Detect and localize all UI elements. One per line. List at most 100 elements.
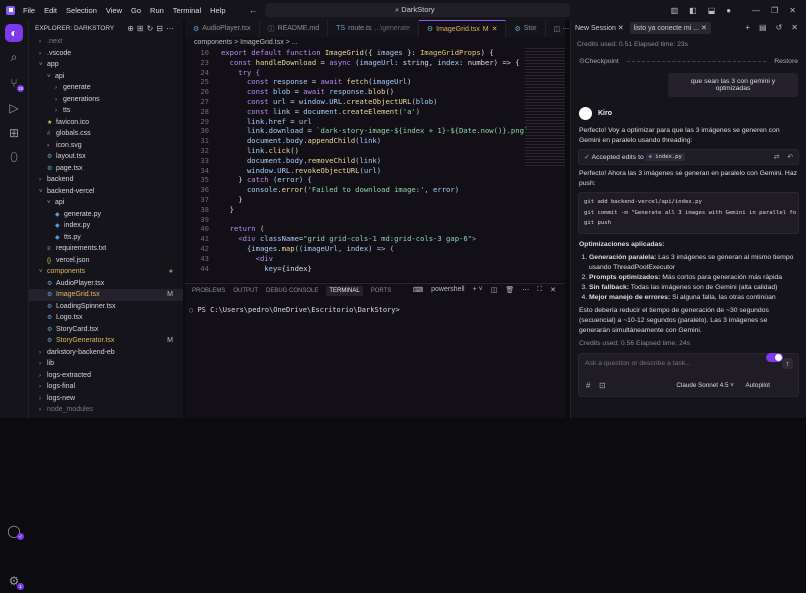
file-item[interactable]: {} vercel.json (29, 255, 183, 267)
file-item[interactable]: ◆ tts.py (29, 232, 183, 244)
code-token: revokeObjectURL (294, 165, 360, 175)
panel-tab-terminal[interactable]: TERMINAL (326, 286, 363, 296)
panel-tab-ports[interactable]: PORTS (371, 288, 392, 294)
chat-input[interactable] (579, 353, 769, 373)
editor-tab[interactable]: TS route.ts ...\generate (328, 20, 419, 37)
history-list-icon[interactable]: ▤ (759, 23, 767, 32)
file-item[interactable]: ⚙ StoryGenerator.tsx M (29, 335, 183, 347)
file-item[interactable]: ⚙ StoryCard.tsx (29, 324, 183, 336)
trash-icon[interactable]: 🗑 (505, 286, 514, 294)
menu-view[interactable]: View (106, 6, 122, 15)
layout-icon[interactable]: ▥ (671, 6, 679, 15)
file-item[interactable]: ⚙ ImageGrid.tsx M (29, 289, 183, 301)
editor-tab[interactable]: ⚙ ImageGrid.tsx M ✕ (418, 20, 507, 37)
folder-item[interactable]: › node_modules (29, 404, 183, 416)
maximize-panel-icon[interactable]: ⛶ (537, 286, 542, 294)
folder-item[interactable]: › tts (29, 105, 183, 117)
explorer-actions[interactable]: ⊕⊞↻⊟⋯ (127, 24, 177, 33)
history-icon[interactable]: ↺ (776, 23, 783, 32)
search-icon[interactable]: ⌕ (0, 45, 28, 70)
file-item[interactable]: ◆ generate.py (29, 209, 183, 221)
maximize-button[interactable]: ❐ (771, 6, 778, 15)
close-tab-icon[interactable]: ✕ (492, 25, 498, 33)
file-item[interactable]: ⚙ layout.tsx (29, 151, 183, 163)
file-item[interactable]: ⚙ LoadingSpinner.tsx (29, 301, 183, 313)
menu-run[interactable]: Run (150, 6, 164, 15)
close-window-button[interactable]: ✕ (789, 6, 796, 15)
folder-item[interactable]: › logs-new (29, 393, 183, 405)
menu-go[interactable]: Go (131, 6, 141, 15)
more-icon[interactable]: ⋯ (522, 286, 529, 294)
folder-item[interactable]: › .vscode (29, 48, 183, 60)
folder-item[interactable]: › lib (29, 358, 183, 370)
shell-name[interactable]: powershell (431, 286, 464, 294)
menu-edit[interactable]: Edit (44, 6, 57, 15)
file-item[interactable]: ▪ icon.svg (29, 140, 183, 152)
breadcrumb-item[interactable]: ImageGrid.tsx (240, 39, 284, 46)
file-item[interactable]: ★ favicon.ico (29, 117, 183, 129)
folder-item[interactable]: › logs-extracted (29, 370, 183, 382)
folder-item[interactable]: ˅ api (29, 197, 183, 209)
new-terminal-icon[interactable]: + ˅ (473, 286, 483, 294)
breadcrumb-item[interactable]: components (194, 39, 232, 46)
hash-context-icon[interactable]: # (586, 381, 590, 390)
file-item[interactable]: ◆ index.py (29, 220, 183, 232)
editor-tab[interactable]: ⓘ README.md (260, 20, 329, 37)
file-item[interactable]: ⚙ AudioPlayer.tsx (29, 278, 183, 290)
command-center-search[interactable]: ⌕ DarkStory (265, 3, 570, 17)
account-icon[interactable]: ◯ ✓ (0, 518, 28, 543)
folder-item[interactable]: ˅ api (29, 71, 183, 83)
file-item[interactable]: # globals.css (29, 128, 183, 140)
file-item[interactable]: ⚙ page.tsx (29, 163, 183, 175)
chat-tab-new-session[interactable]: New Session ✕ (575, 24, 624, 32)
split-terminal-icon[interactable]: ◫ (491, 286, 498, 294)
editor-tab[interactable]: ⚙ AudioPlayer.tsx (185, 20, 260, 37)
undo-icon[interactable]: ↶ (787, 153, 793, 161)
folder-item[interactable]: › darkstory-backend-eb (29, 347, 183, 359)
folder-item[interactable]: › generate (29, 82, 183, 94)
folder-item[interactable]: › generations (29, 94, 183, 106)
file-item[interactable]: ⚙ Logo.tsx (29, 312, 183, 324)
folder-item[interactable]: ˅ backend-vercel (29, 186, 183, 198)
restore-button[interactable]: Restore (774, 58, 798, 65)
breadcrumb-item[interactable]: ... (292, 39, 298, 46)
model-selector[interactable]: Claude Sonnet 4.5 ˅ (676, 382, 734, 389)
minimize-button[interactable]: — (752, 6, 760, 15)
folder-item[interactable]: › .next (29, 36, 183, 48)
folder-item[interactable]: ˅ app (29, 59, 183, 71)
source-control-icon[interactable]: ⑂ 19 (0, 70, 28, 95)
menu-terminal[interactable]: Terminal (173, 6, 201, 15)
terminal[interactable]: ○ PS C:\Users\pedro\OneDrive\Escritorio\… (185, 298, 565, 314)
add-session-icon[interactable]: + (745, 23, 750, 32)
kiro-icon[interactable]: ◐ (0, 20, 28, 45)
folder-item[interactable]: › logs-final (29, 381, 183, 393)
file-item[interactable]: ≡ requirements.txt (29, 243, 183, 255)
menu-selection[interactable]: Selection (66, 6, 97, 15)
close-chat-icon[interactable]: ✕ (791, 23, 798, 32)
menu-file[interactable]: File (23, 6, 35, 15)
extensions-icon[interactable]: ⊞ (0, 120, 28, 145)
autopilot-toggle[interactable] (766, 353, 784, 363)
image-attach-icon[interactable]: ⊡ (599, 381, 606, 390)
folder-item[interactable]: › backend (29, 174, 183, 186)
diff-icon[interactable]: ⇄ (774, 153, 780, 161)
chat-tab-active[interactable]: listo ya conecte mi ... ✕ (629, 22, 711, 34)
send-arrow-icon[interactable]: ↑ (782, 357, 793, 369)
file-chip[interactable]: ◆ index.py (645, 153, 685, 161)
toggle-panel-icon[interactable]: ⬓ (708, 6, 716, 15)
chat-icon[interactable]: ● (726, 6, 731, 15)
toggle-sidebar-icon[interactable]: ◧ (689, 6, 697, 15)
folder-item[interactable]: ˅ components ● (29, 266, 183, 278)
panel-tab-debug-console[interactable]: DEBUG CONSOLE (266, 288, 318, 294)
code-editor[interactable]: 10 export default function ImageGrid({ im… (185, 48, 565, 273)
menu-help[interactable]: Help (210, 6, 225, 15)
run-debug-icon[interactable]: ▷ (0, 95, 28, 120)
editor-tab[interactable]: ⚙ Stor (506, 20, 546, 37)
settings-gear-icon[interactable]: ⚙ 1 (0, 568, 28, 593)
close-panel-icon[interactable]: ✕ (550, 286, 556, 294)
panel-tab-output[interactable]: OUTPUT (233, 288, 258, 294)
kiro-ghost-icon[interactable]: ⬯ (0, 145, 28, 170)
minimap[interactable] (525, 48, 565, 168)
back-arrow-icon[interactable]: ← (249, 5, 258, 15)
panel-tab-problems[interactable]: PROBLEMS (192, 288, 225, 294)
